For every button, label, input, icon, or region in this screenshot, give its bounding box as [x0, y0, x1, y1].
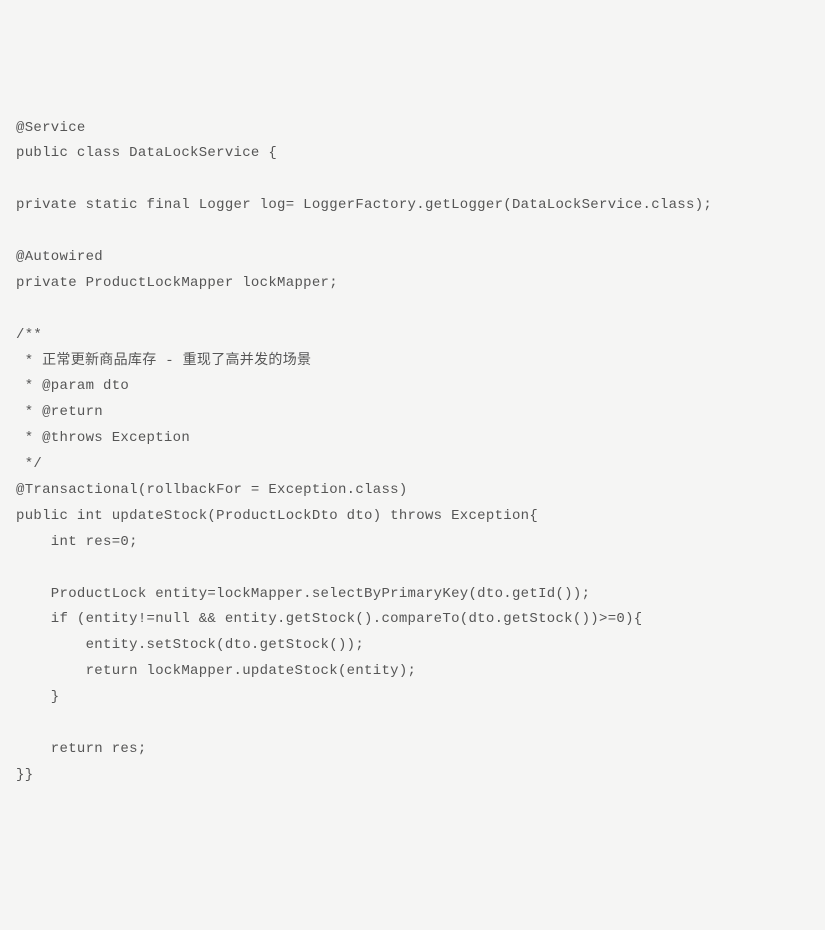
code-line: @Service: [16, 120, 86, 136]
code-line: public int updateStock(ProductLockDto dt…: [16, 508, 538, 524]
code-line: private ProductLockMapper lockMapper;: [16, 275, 338, 291]
code-line: }}: [16, 767, 33, 783]
code-line: * 正常更新商品库存 - 重现了高并发的场景: [16, 353, 311, 369]
code-line: entity.setStock(dto.getStock());: [16, 637, 364, 653]
code-line: if (entity!=null && entity.getStock().co…: [16, 611, 643, 627]
code-line: /**: [16, 327, 42, 343]
code-line: public class DataLockService {: [16, 145, 277, 161]
code-line: private static final Logger log= LoggerF…: [16, 197, 712, 213]
code-line: * @return: [16, 404, 103, 420]
code-line: return res;: [16, 741, 147, 757]
code-line: return lockMapper.updateStock(entity);: [16, 663, 416, 679]
code-block: @Service public class DataLockService { …: [16, 116, 809, 789]
code-line: */: [16, 456, 42, 472]
code-line: int res=0;: [16, 534, 138, 550]
code-line: ProductLock entity=lockMapper.selectByPr…: [16, 586, 590, 602]
code-line: @Transactional(rollbackFor = Exception.c…: [16, 482, 408, 498]
code-line: * @throws Exception: [16, 430, 190, 446]
code-line: @Autowired: [16, 249, 103, 265]
code-line: * @param dto: [16, 378, 129, 394]
code-line: }: [16, 689, 60, 705]
